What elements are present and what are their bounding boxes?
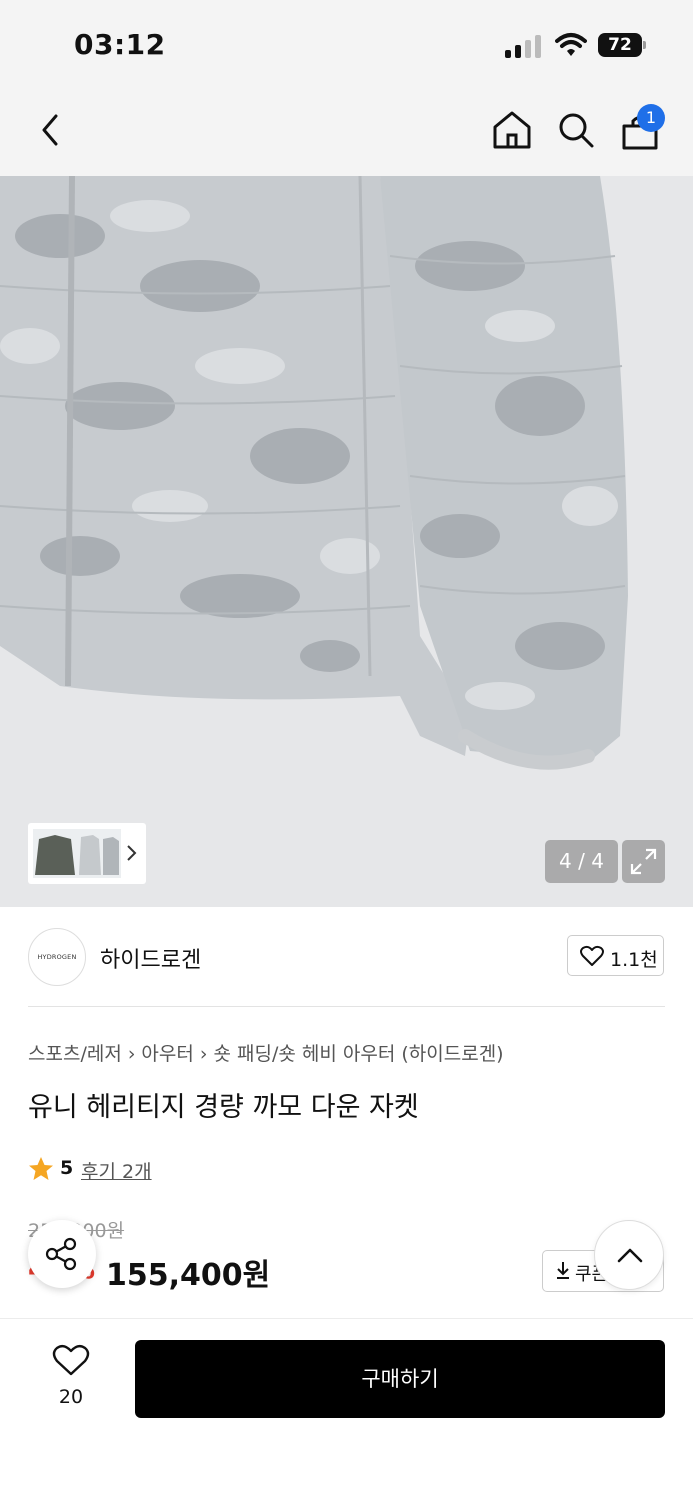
breadcrumb-separator: › bbox=[127, 1043, 136, 1065]
thumbnail-image[interactable] bbox=[33, 829, 121, 878]
brand-name[interactable]: 하이드로겐 bbox=[100, 942, 201, 974]
cart-count-badge: 1 bbox=[637, 104, 665, 132]
sale-price: 155,400원 bbox=[106, 1258, 271, 1293]
review-link[interactable]: 후기 2개 bbox=[81, 1157, 152, 1184]
heart-icon bbox=[580, 945, 604, 966]
brand-row[interactable]: HYDROGEN 하이드로겐 1.1천 bbox=[28, 928, 665, 986]
wishlist-button[interactable]: 20 bbox=[40, 1340, 102, 1416]
chevron-right-icon[interactable] bbox=[124, 843, 140, 863]
download-icon bbox=[557, 1262, 569, 1279]
share-button[interactable] bbox=[28, 1220, 96, 1288]
image-counter: 4 / 4 bbox=[545, 840, 618, 883]
search-icon[interactable] bbox=[556, 110, 596, 150]
battery-indicator: 72 bbox=[598, 33, 642, 57]
brand-logo[interactable]: HYDROGEN bbox=[28, 928, 86, 986]
home-icon[interactable] bbox=[491, 109, 533, 151]
product-title: 유니 헤리티지 경량 까모 다운 자켓 bbox=[28, 1092, 419, 1123]
jacket-photo bbox=[0, 176, 693, 907]
wifi-icon bbox=[555, 33, 587, 56]
wishlist-count: 20 bbox=[58, 1386, 84, 1408]
share-icon bbox=[45, 1237, 77, 1271]
breadcrumb-item-outer[interactable]: 아우터 bbox=[141, 1043, 193, 1065]
status-time: 03:12 bbox=[74, 28, 166, 61]
heart-icon bbox=[52, 1344, 90, 1376]
breadcrumb-item-padding[interactable]: 숏 패딩/숏 헤비 아우터 (하이드로겐) bbox=[213, 1043, 503, 1065]
rating-score: 5 bbox=[60, 1157, 74, 1179]
expand-button[interactable] bbox=[622, 840, 665, 883]
star-icon bbox=[29, 1157, 53, 1180]
breadcrumb-separator: › bbox=[199, 1043, 208, 1065]
divider bbox=[28, 1006, 665, 1007]
expand-icon bbox=[630, 848, 657, 875]
brand-like-count: 1.1천 bbox=[610, 949, 658, 971]
breadcrumb-item-category[interactable]: 스포츠/레저 bbox=[28, 1043, 122, 1065]
buy-button[interactable]: 구매하기 bbox=[135, 1340, 665, 1418]
chevron-up-icon bbox=[617, 1248, 643, 1263]
status-bar: 03:12 72 bbox=[0, 0, 693, 90]
battery-tip bbox=[643, 41, 646, 49]
cellular-signal-icon bbox=[505, 34, 543, 58]
breadcrumb: 스포츠/레저 › 아우터 › 숏 패딩/숏 헤비 아우터 (하이드로겐) bbox=[28, 1039, 504, 1066]
brand-like-button[interactable]: 1.1천 bbox=[567, 935, 664, 976]
scroll-to-top-button[interactable] bbox=[594, 1220, 664, 1290]
back-icon[interactable] bbox=[36, 112, 66, 148]
product-image[interactable] bbox=[0, 176, 693, 907]
